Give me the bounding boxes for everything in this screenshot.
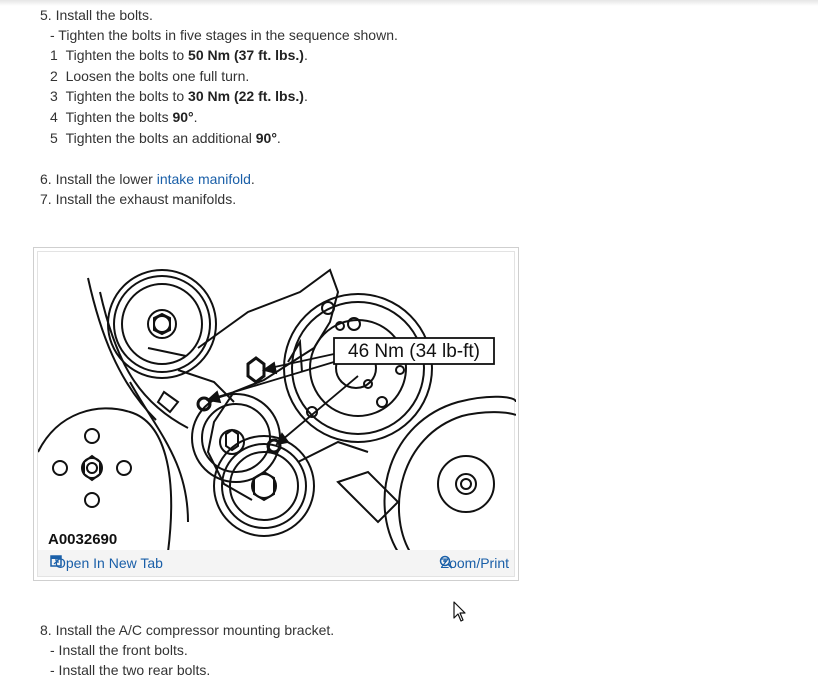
zoom-print-link[interactable]: Zoom/Print [439,555,509,571]
figure-frame: 46 Nm (34 lb-ft) A0032690 Open In New Ta… [37,251,516,577]
stage-number: 3 [50,88,58,104]
step-8-title: 8. Install the A/C compressor mounting b… [40,622,335,638]
stage-1: 1 Tighten the bolts to 50 Nm (37 ft. lbs… [50,45,308,65]
mouse-cursor [453,601,467,626]
figure-panel: 46 Nm (34 lb-ft) A0032690 Open In New Ta… [33,247,519,581]
intake-manifold-link[interactable]: intake manifold [157,171,251,187]
stage-suffix: . [303,88,308,104]
stage-3: 3 Tighten the bolts to 30 Nm (22 ft. lbs… [50,86,308,106]
stage-number: 1 [50,47,58,63]
stage-text: Tighten the bolts [65,109,173,125]
upper-pulley-rim [113,275,211,373]
stage-suffix: . [303,47,308,63]
stage-5: 5 Tighten the bolts an additional 90°. [50,128,281,148]
bracket-edge [147,347,187,357]
stage-2: 2 Loosen the bolts one full turn. [50,66,249,86]
step-7: 7. Install the exhaust manifolds. [40,191,237,207]
stage-text: Tighten the bolts to [65,88,189,104]
stage-4: 4 Tighten the bolts 90°. [50,107,198,127]
open-in-new-tab-link[interactable]: Open In New Tab [50,555,163,571]
open-in-new-tab-label: Open In New Tab [55,555,163,571]
stage-suffix: . [276,130,281,146]
upper-pulley-outer [107,269,217,379]
step-6-suffix: . [250,171,255,187]
stage-value: 50 Nm (37 ft. lbs.) [188,47,304,63]
step-6-text: 6. Install the lower [40,171,157,187]
bolt-1 [246,356,266,384]
idler-pulley [191,393,281,483]
stage-number: 4 [50,109,58,125]
step-6: 6. Install the lower intake manifold. [40,169,255,189]
figure-id-label: A0032690 [48,531,117,548]
step-8-sub-2: - Install the two rear bolts. [50,662,211,678]
step-8-sub-1: - Install the front bolts. [50,642,188,658]
engine-diagram: 46 Nm (34 lb-ft) A0032690 [38,268,516,552]
step-5-title: 5. Install the bolts. [40,7,153,23]
step-5-intro: - Tighten the bolts in five stages in th… [50,27,398,43]
torque-callout-label: 46 Nm (34 lb-ft) [348,341,480,362]
figure-toolbar: Open In New Tab Zoom/Print [38,550,514,576]
stage-text: Loosen the bolts one full turn. [65,68,250,84]
stage-number: 2 [50,68,58,84]
stage-value: 90° [172,109,194,125]
stage-value: 30 Nm (22 ft. lbs.) [188,88,304,104]
stage-value: 90° [255,130,277,146]
stage-text: Tighten the bolts to [65,47,189,63]
stage-text: Tighten the bolts an additional [65,130,256,146]
stage-suffix: . [193,109,198,125]
stage-number: 5 [50,130,58,146]
